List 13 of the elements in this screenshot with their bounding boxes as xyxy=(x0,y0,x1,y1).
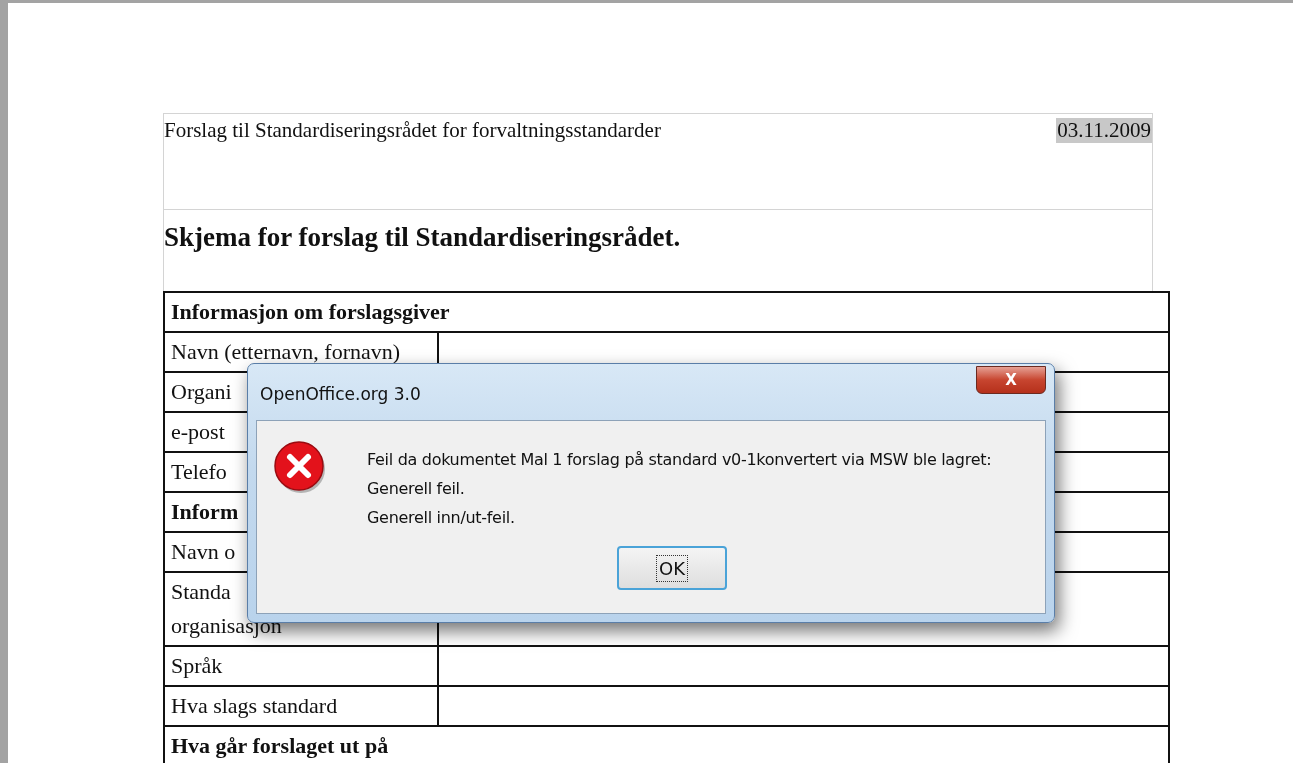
close-button[interactable]: X xyxy=(976,366,1046,394)
section-heading: Hva går forslaget ut på xyxy=(170,732,390,760)
section-heading: Inform xyxy=(170,498,240,526)
header-text: Forslag til Standardiseringsrådet for forvaltningsstandarder xyxy=(164,118,661,143)
field-label: Språk xyxy=(165,647,439,685)
header-date: 03.11.2009 xyxy=(1056,118,1152,143)
error-icon xyxy=(273,439,327,495)
dialog-title: OpenOffice.org 3.0 xyxy=(260,384,421,404)
document-title: Skjema for forslag til Standardiseringsrådet. xyxy=(164,222,682,253)
section-heading: Informasjon om forslagsgiver xyxy=(170,298,451,326)
ok-button[interactable]: OK xyxy=(617,546,727,590)
error-message: Generell inn/ut-feil. xyxy=(367,507,516,529)
field-label: Hva slags standard xyxy=(165,687,439,725)
